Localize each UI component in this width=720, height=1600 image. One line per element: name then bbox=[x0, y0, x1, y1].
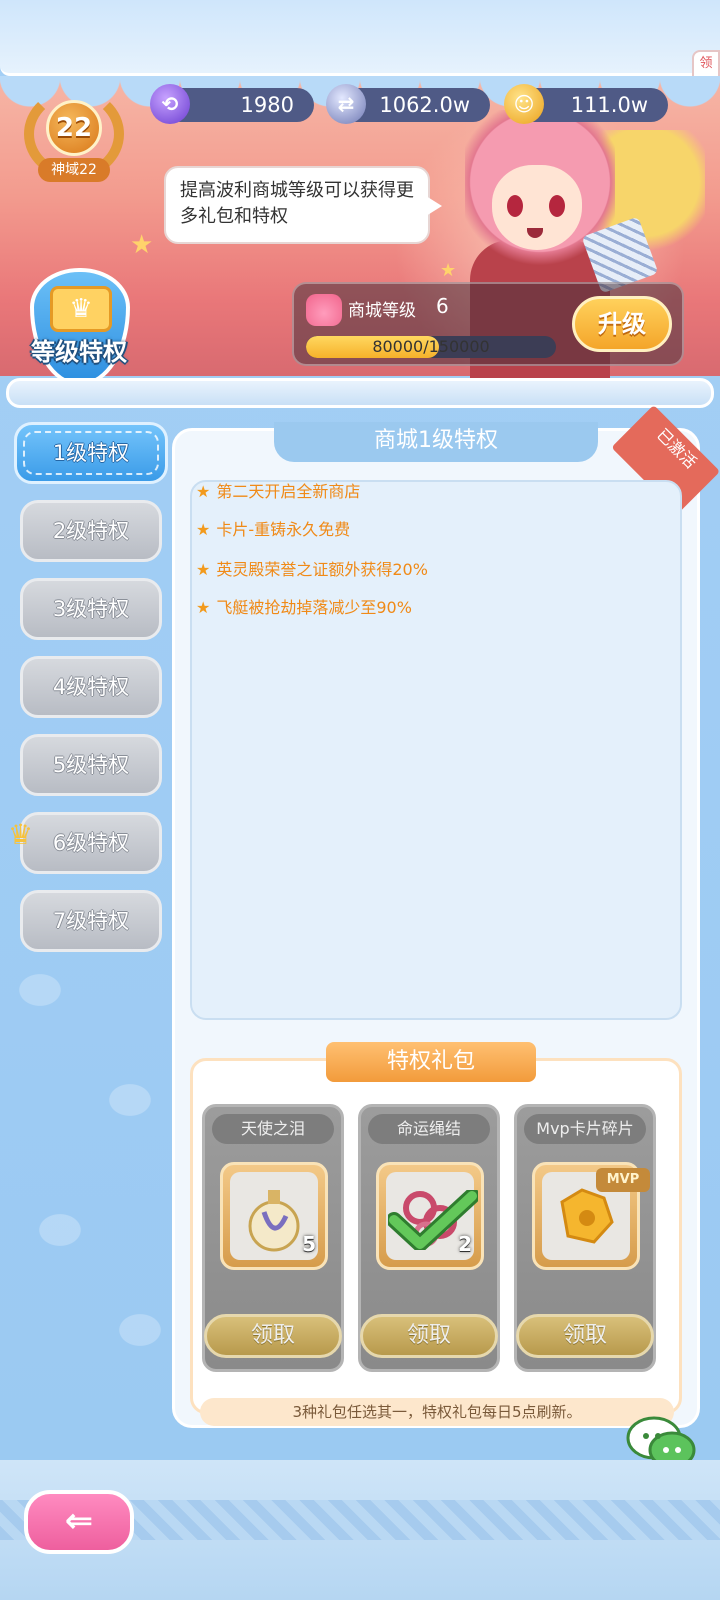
crown-icon: ♛ bbox=[50, 286, 112, 332]
poring-gift-icon bbox=[306, 294, 342, 326]
silver-coin-icon: ⇄ bbox=[326, 84, 366, 124]
star-icon: ★ bbox=[440, 260, 457, 281]
gift-quantity: 5 bbox=[302, 1232, 316, 1256]
star-icon: ★ bbox=[130, 230, 154, 260]
back-button[interactable]: ⇐ bbox=[24, 1490, 134, 1554]
benefit-item: ★ 飞艇被抢劫掉落减少至90% bbox=[196, 596, 412, 620]
gift-name: Mvp卡片碎片 bbox=[524, 1114, 646, 1144]
emblem-title: 等级特权 bbox=[31, 338, 127, 366]
benefit-item: ★ 第二天开启全新商店 bbox=[196, 480, 360, 504]
star-icon: ★ bbox=[196, 560, 211, 579]
claim-button[interactable]: 领取 bbox=[516, 1314, 654, 1358]
character-eye bbox=[507, 195, 523, 217]
level-privilege-emblem: ♛ 等级特权 bbox=[20, 268, 138, 396]
benefit-text: 卡片-重铸永久免费 bbox=[216, 520, 351, 539]
tab-level-2[interactable]: 2级特权 bbox=[20, 500, 162, 562]
claim-button[interactable]: 领取 bbox=[360, 1314, 498, 1358]
top-strip bbox=[0, 0, 720, 76]
shop-progress-text: 80000/150000 bbox=[372, 337, 490, 356]
tab-level-4[interactable]: 4级特权 bbox=[20, 656, 162, 718]
gift-section-title: 特权礼包 bbox=[326, 1042, 536, 1082]
star-icon: ★ bbox=[196, 520, 211, 539]
gift-note: 3种礼包任选其一，特权礼包每日5点刷新。 bbox=[200, 1398, 674, 1426]
claim-button[interactable]: 领取 bbox=[204, 1314, 342, 1358]
back-arrow-icon: ⇐ bbox=[64, 1501, 94, 1541]
star-icon: ★ bbox=[196, 598, 211, 617]
benefit-item: ★ 卡片-重铸永久免费 bbox=[196, 518, 350, 542]
tab-level-5[interactable]: 5级特权 bbox=[20, 734, 162, 796]
side-flag-label: 领 bbox=[699, 56, 713, 71]
tab-level-6[interactable]: 6级特权 bbox=[20, 812, 162, 874]
benefit-item: ★ 英灵殿荣誉之证额外获得20% bbox=[196, 558, 428, 582]
tab-label: 6级特权 bbox=[52, 831, 130, 855]
realm-level-number: 22 bbox=[46, 100, 102, 156]
tab-label: 1级特权 bbox=[52, 441, 130, 465]
benefit-text: 英灵殿荣誉之证额外获得20% bbox=[216, 560, 428, 579]
realm-level-badge[interactable]: 22 神域22 bbox=[24, 88, 124, 188]
character-eye bbox=[549, 195, 565, 217]
gift-name: 天使之泪 bbox=[212, 1114, 334, 1144]
shop-level-value: 6 bbox=[436, 294, 449, 318]
tab-label: 4级特权 bbox=[52, 675, 130, 699]
upgrade-button[interactable]: 升级 bbox=[572, 296, 672, 352]
currency-gold-value: 111.0w bbox=[570, 93, 648, 117]
star-icon: ★ bbox=[196, 482, 211, 501]
purple-gem-icon: ⟲ bbox=[150, 84, 190, 124]
tab-label: 2级特权 bbox=[52, 519, 130, 543]
speech-bubble: 提高波利商城等级可以获得更多礼包和特权 bbox=[164, 166, 430, 244]
divider-rail bbox=[6, 378, 714, 408]
benefit-text: 飞艇被抢劫掉落减少至90% bbox=[216, 598, 412, 617]
current-level-crown-icon: ♛ bbox=[8, 818, 34, 851]
claimed-check-icon bbox=[388, 1190, 478, 1250]
panel-title: 商城1级特权 bbox=[274, 422, 598, 462]
currency-gem-value: 1980 bbox=[240, 93, 294, 117]
tab-label: 3级特权 bbox=[52, 597, 130, 621]
tab-label: 5级特权 bbox=[52, 753, 130, 777]
mvp-badge: MVP bbox=[596, 1168, 650, 1192]
tab-level-7[interactable]: 7级特权 bbox=[20, 890, 162, 952]
tab-level-3[interactable]: 3级特权 bbox=[20, 578, 162, 640]
tab-label: 7级特权 bbox=[52, 909, 130, 933]
gold-coin-icon: ☺ bbox=[504, 84, 544, 124]
realm-level-label: 神域22 bbox=[38, 158, 110, 182]
shop-level-label: 商城等级 bbox=[348, 301, 416, 321]
gift-name: 命运绳结 bbox=[368, 1114, 490, 1144]
speech-bubble-tail bbox=[426, 196, 442, 216]
benefit-text: 第二天开启全新商店 bbox=[216, 482, 361, 501]
currency-silver-value: 1062.0w bbox=[379, 93, 470, 117]
tab-level-1[interactable]: 1级特权 bbox=[14, 422, 168, 484]
